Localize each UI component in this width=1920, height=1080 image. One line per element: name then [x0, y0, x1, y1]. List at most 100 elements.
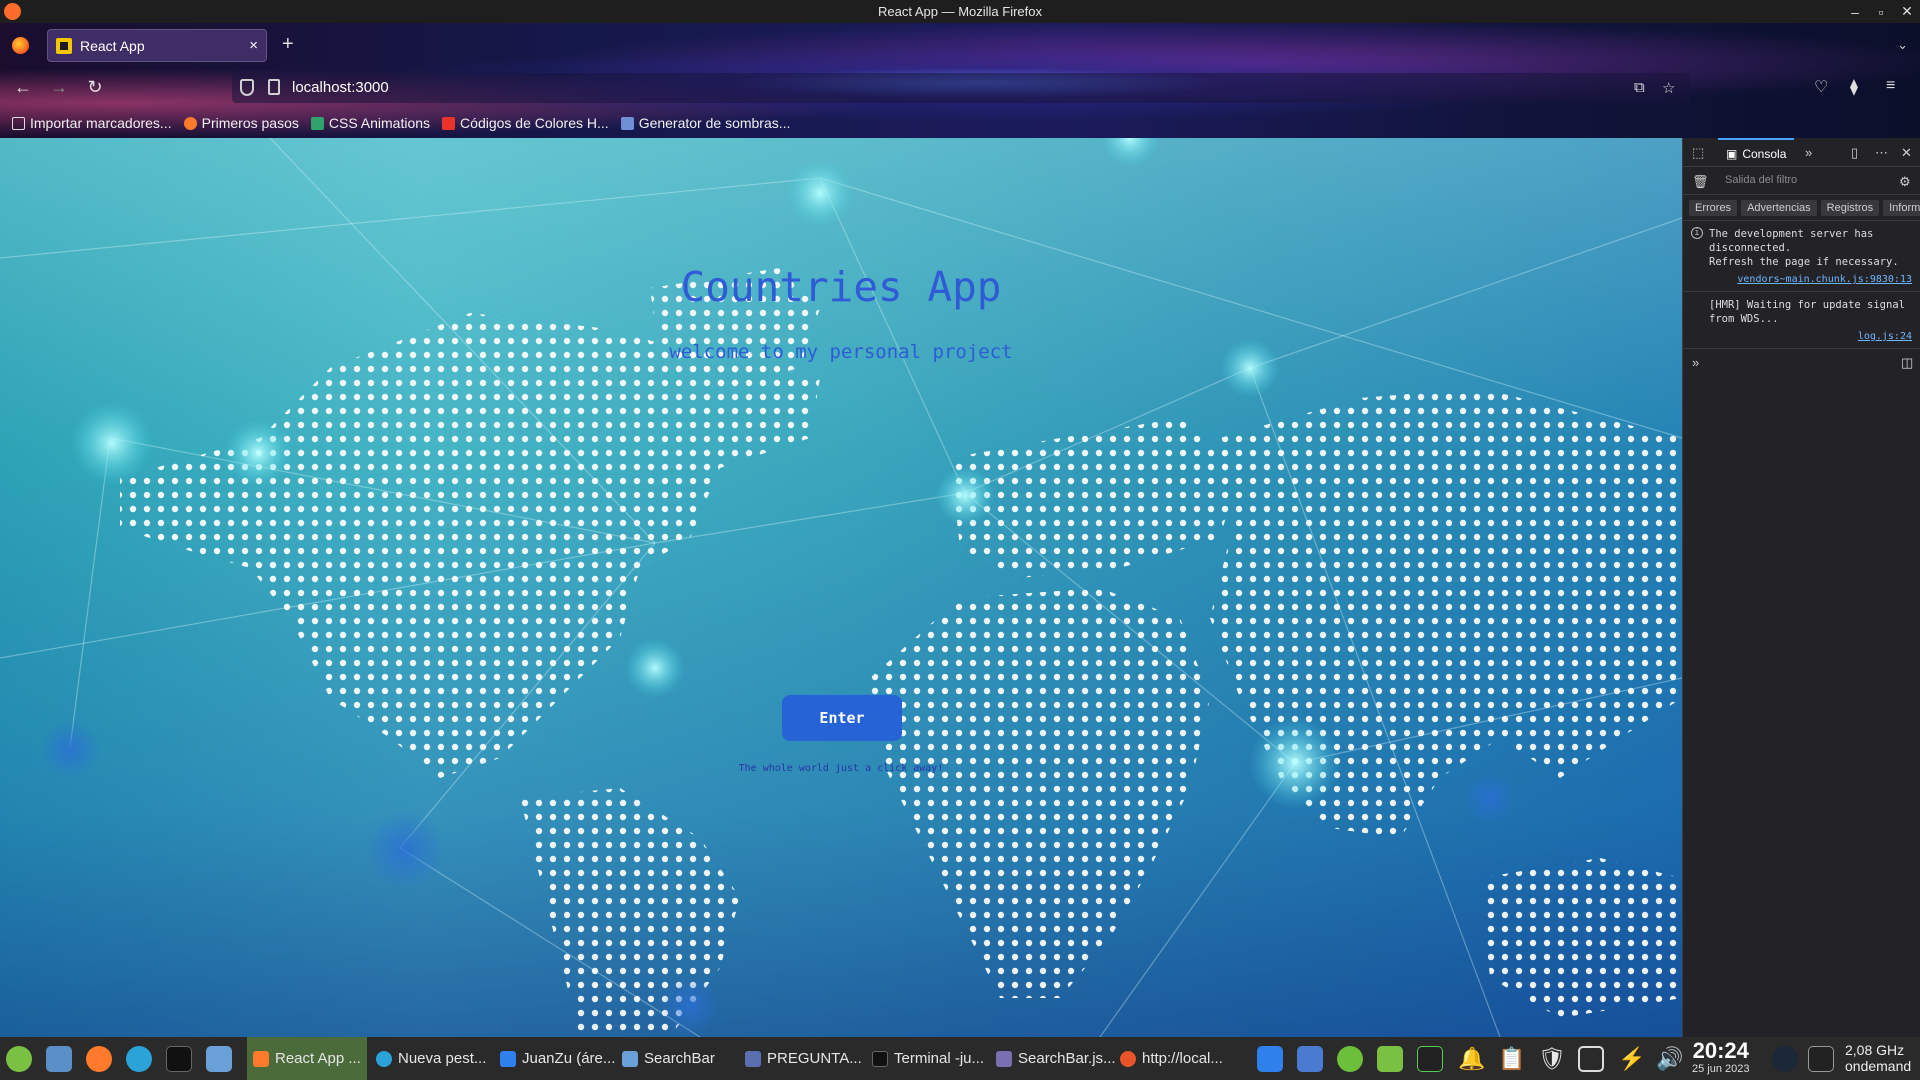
- folder-icon: [622, 1050, 638, 1067]
- tray-cpu-graph[interactable]: [1808, 1037, 1834, 1080]
- dock-icon[interactable]: ▯: [1851, 145, 1858, 161]
- forward-icon[interactable]: →: [48, 77, 70, 98]
- extensions-icon[interactable]: ⧫: [1850, 77, 1858, 97]
- trash-icon[interactable]: 🗑: [1692, 174, 1709, 190]
- translate-icon[interactable]: ⧉: [1634, 79, 1645, 96]
- tab-title: React App: [80, 37, 145, 54]
- gear-icon[interactable]: ⚙: [1899, 174, 1911, 190]
- back-icon[interactable]: ←: [12, 77, 34, 98]
- browser-icon: [1120, 1050, 1136, 1067]
- message-source-link[interactable]: vendors~main.chunk.js:9830:13: [1709, 273, 1912, 287]
- console-input[interactable]: » ◫: [1683, 349, 1920, 377]
- settings-icon: [1377, 1045, 1403, 1072]
- mint-menu-icon: [6, 1045, 32, 1072]
- launcher-firefox[interactable]: [86, 1037, 112, 1080]
- chevron-down-icon[interactable]: ⌄: [1897, 37, 1908, 53]
- more-tabs-icon[interactable]: »: [1805, 145, 1812, 160]
- navigation-bar: ← → ↻ localhost:3000 ⧉ ☆ ♡ ⧫ ≡: [0, 68, 1920, 108]
- tab-strip: React App × + ⌄: [0, 23, 1920, 68]
- pocket-icon[interactable]: ♡: [1814, 77, 1828, 97]
- bookmark-shadow-generator[interactable]: Generator de sombras...: [620, 115, 790, 131]
- menu-icon[interactable]: ≡: [1886, 77, 1895, 95]
- page-info-icon[interactable]: [268, 79, 280, 95]
- tab-close-icon[interactable]: ×: [249, 37, 258, 54]
- tray-window[interactable]: [1578, 1037, 1604, 1080]
- terminal-icon: [166, 1045, 192, 1072]
- info-icon: i: [1691, 227, 1703, 239]
- tab-console[interactable]: ▣ Consola: [1718, 138, 1795, 167]
- bell-icon: 🔔: [1458, 1045, 1486, 1071]
- level-errors[interactable]: Errores: [1689, 199, 1738, 216]
- tray-shield[interactable]: 🛡: [1538, 1037, 1566, 1080]
- vscode-icon: [1257, 1045, 1283, 1072]
- bookmark-color-codes[interactable]: Códigos de Colores H...: [442, 115, 609, 131]
- filter-input[interactable]: Salida del filtro: [1725, 174, 1797, 186]
- css-icon: [310, 116, 324, 130]
- show-desktop[interactable]: [46, 1037, 72, 1080]
- clock[interactable]: 20:24 25 jun 2023: [1692, 1039, 1750, 1076]
- tray-power[interactable]: ⚡: [1618, 1037, 1645, 1080]
- task-terminal[interactable]: Terminal -ju...: [872, 1037, 984, 1080]
- url-bar[interactable]: localhost:3000 ⧉ ☆: [232, 73, 1690, 103]
- volume-icon: 🔊: [1656, 1045, 1684, 1071]
- minimize-icon[interactable]: –: [1848, 4, 1862, 20]
- task-vscode-juanzu[interactable]: JuanZu (áre...: [500, 1037, 615, 1080]
- bookmark-css-animations[interactable]: CSS Animations: [310, 115, 430, 131]
- reload-icon[interactable]: ↻: [84, 77, 106, 98]
- level-logs[interactable]: Registros: [1820, 199, 1880, 216]
- close-devtools-icon[interactable]: ✕: [1901, 145, 1912, 161]
- firefox-view-icon[interactable]: [12, 37, 29, 54]
- tray-vscode[interactable]: [1257, 1037, 1283, 1080]
- tray-mail[interactable]: [1297, 1037, 1323, 1080]
- launcher-terminal[interactable]: [166, 1037, 192, 1080]
- editor-mode-icon[interactable]: ◫: [1901, 355, 1913, 371]
- task-pregunta[interactable]: PREGUNTA...: [745, 1037, 862, 1080]
- tab-react-app[interactable]: React App ×: [47, 29, 267, 62]
- prompt-chevron-icon: »: [1692, 355, 1700, 370]
- maximize-icon[interactable]: ▫: [1874, 4, 1888, 20]
- options-icon[interactable]: ⋯: [1875, 145, 1888, 161]
- firefox-icon: [183, 116, 197, 130]
- bookmark-import[interactable]: Importar marcadores...: [12, 115, 172, 131]
- level-warnings[interactable]: Advertencias: [1741, 199, 1817, 216]
- launcher-files[interactable]: [206, 1037, 232, 1080]
- task-searchbar-folder[interactable]: SearchBar: [622, 1037, 715, 1080]
- terminal-icon: [872, 1050, 888, 1067]
- tray-monitor[interactable]: [1417, 1037, 1443, 1080]
- new-tab-button[interactable]: +: [282, 33, 294, 56]
- task-new-tab[interactable]: Nueva pest...: [376, 1037, 486, 1080]
- task-react-app[interactable]: React App ...: [247, 1037, 367, 1080]
- task-http-local[interactable]: http://local...: [1120, 1037, 1223, 1080]
- tray-settings[interactable]: [1377, 1037, 1403, 1080]
- enter-button[interactable]: Enter: [782, 695, 902, 741]
- cpu-graph-icon: [1808, 1045, 1834, 1072]
- bookmark-star-icon[interactable]: ☆: [1662, 79, 1675, 97]
- message-text: [HMR] Waiting for update signal from WDS…: [1709, 299, 1905, 325]
- shield-icon[interactable]: [240, 79, 254, 96]
- power-icon: ⚡: [1618, 1045, 1646, 1071]
- firefox-icon: [253, 1050, 269, 1067]
- tray-steam[interactable]: [1772, 1037, 1798, 1080]
- calculator-icon: [1337, 1045, 1363, 1072]
- url-text[interactable]: localhost:3000: [292, 79, 389, 96]
- cpu-frequency[interactable]: 2,08 GHz ondemand: [1845, 1042, 1911, 1074]
- tray-calc[interactable]: [1337, 1037, 1363, 1080]
- pick-element-icon[interactable]: ⬚: [1692, 145, 1704, 161]
- window-title: React App — Mozilla Firefox: [877, 4, 1042, 19]
- shadow-icon: [620, 116, 634, 130]
- launcher-edge[interactable]: [126, 1037, 152, 1080]
- bookmark-primeros-pasos[interactable]: Primeros pasos: [183, 115, 299, 131]
- task-searchbar-js[interactable]: SearchBar.js...: [996, 1037, 1116, 1080]
- menu-launcher[interactable]: [6, 1037, 32, 1080]
- page-viewport: Countries App welcome to my personal pro…: [0, 138, 1682, 1037]
- level-info[interactable]: Informa: [1883, 199, 1920, 216]
- close-icon[interactable]: ✕: [1900, 3, 1914, 20]
- tray-volume[interactable]: 🔊: [1656, 1037, 1683, 1080]
- page-subtitle: welcome to my personal project: [669, 341, 1013, 363]
- steam-icon: [1772, 1045, 1798, 1072]
- tray-clipboard[interactable]: 📋: [1498, 1037, 1525, 1080]
- message-source-link[interactable]: log.js:24: [1709, 330, 1912, 344]
- import-icon: [12, 116, 25, 130]
- shield-icon: 🛡: [1538, 1045, 1566, 1071]
- tray-notifications[interactable]: 🔔: [1458, 1037, 1485, 1080]
